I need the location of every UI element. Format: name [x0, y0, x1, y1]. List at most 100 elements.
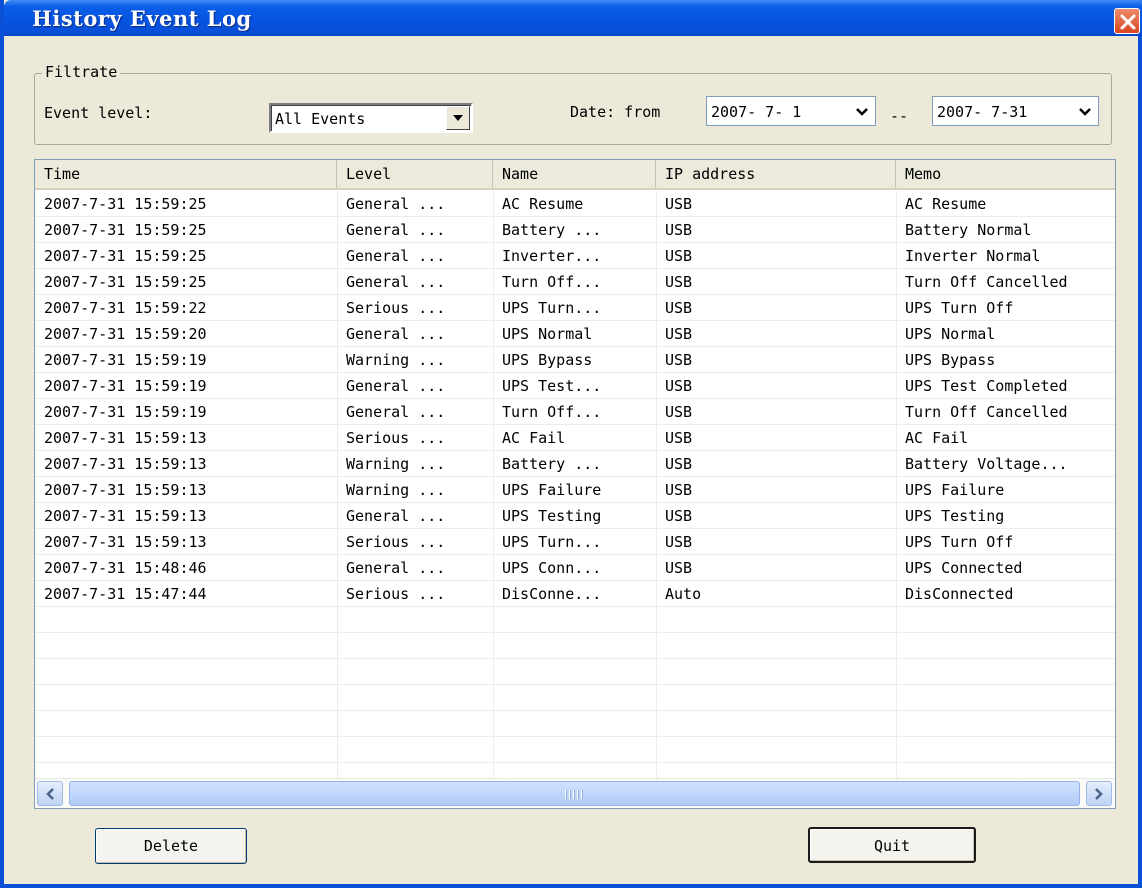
- scroll-right-button[interactable]: [1086, 781, 1112, 806]
- table-cell: UPS Bypass: [502, 351, 593, 369]
- table-cell: AC Fail: [502, 429, 566, 447]
- column-header-ip-address[interactable]: IP address: [656, 160, 896, 188]
- table-cell: UPS Turn...: [502, 299, 602, 317]
- chevron-down-icon: [453, 115, 463, 121]
- table-cell: UPS Normal: [502, 325, 593, 343]
- table-cell: 2007-7-31 15:59:20: [44, 325, 207, 343]
- table-row[interactable]: 2007-7-31 15:59:20 General ... UPS Normal U…: [35, 321, 1115, 347]
- column-header-level[interactable]: Level: [337, 160, 493, 188]
- table-row[interactable]: 2007-7-31 15:59:22 Serious ... UPS Turn...…: [35, 295, 1115, 321]
- table-cell: UPS Bypass: [905, 351, 996, 369]
- table-cell: Auto: [665, 585, 702, 603]
- table-cell: UPS Connected: [905, 559, 1023, 577]
- title-bar[interactable]: History Event Log: [4, 0, 1142, 36]
- table-cell: USB: [665, 221, 693, 239]
- table-cell: USB: [665, 403, 693, 421]
- empty-row: [35, 633, 1115, 659]
- table-cell: Battery Voltage...: [905, 455, 1068, 473]
- table-cell: USB: [665, 325, 693, 343]
- table-row[interactable]: 2007-7-31 15:59:19 General ... UPS Test...…: [35, 373, 1115, 399]
- table-cell: UPS Turn Off: [905, 533, 1014, 551]
- table-cell: General ...: [346, 507, 446, 525]
- table-cell: 2007-7-31 15:47:44: [44, 585, 207, 603]
- table-cell: 2007-7-31 15:59:19: [44, 351, 207, 369]
- list-rows: 2007-7-31 15:59:25 General ... AC Resume US…: [35, 191, 1115, 789]
- scroll-left-button[interactable]: [37, 781, 63, 806]
- table-cell: 2007-7-31 15:59:13: [44, 533, 207, 551]
- horizontal-scrollbar[interactable]: [35, 778, 1115, 808]
- table-cell: DisConne...: [502, 585, 602, 603]
- scrollbar-thumb[interactable]: [69, 781, 1080, 806]
- table-cell: USB: [665, 273, 693, 291]
- table-cell: USB: [665, 559, 693, 577]
- table-cell: UPS Normal: [905, 325, 996, 343]
- table-cell: General ...: [346, 559, 446, 577]
- table-cell: 2007-7-31 15:59:13: [44, 429, 207, 447]
- table-row[interactable]: 2007-7-31 15:59:13 Warning ... Battery ...…: [35, 451, 1115, 477]
- date-from-label: Date: from: [570, 103, 661, 121]
- table-cell: UPS Failure: [905, 481, 1005, 499]
- table-cell: Serious ...: [346, 533, 446, 551]
- empty-row: [35, 737, 1115, 763]
- table-cell: AC Resume: [502, 195, 584, 213]
- event-list[interactable]: Time Level Name IP address Memo 2007-7-3…: [34, 159, 1116, 809]
- table-cell: USB: [665, 377, 693, 395]
- chevron-down-icon: [1079, 108, 1091, 116]
- table-cell: Turn Off Cancelled: [905, 403, 1068, 421]
- delete-button[interactable]: Delete: [95, 828, 247, 864]
- table-cell: General ...: [346, 273, 446, 291]
- table-cell: USB: [665, 247, 693, 265]
- table-cell: General ...: [346, 377, 446, 395]
- event-level-dropdown-button[interactable]: [446, 106, 470, 130]
- empty-row: [35, 711, 1115, 737]
- date-separator: --: [890, 107, 909, 125]
- column-header-name[interactable]: Name: [493, 160, 656, 188]
- table-cell: General ...: [346, 195, 446, 213]
- event-level-label: Event level:: [44, 104, 153, 122]
- table-cell: UPS Testing: [502, 507, 602, 525]
- table-row[interactable]: 2007-7-31 15:48:46 General ... UPS Conn...…: [35, 555, 1115, 581]
- table-row[interactable]: 2007-7-31 15:59:13 Serious ... AC Fail USB A…: [35, 425, 1115, 451]
- table-cell: Warning ...: [346, 455, 446, 473]
- table-cell: General ...: [346, 403, 446, 421]
- close-button[interactable]: [1114, 8, 1140, 34]
- date-to-picker[interactable]: 2007- 7-31: [932, 96, 1099, 126]
- date-to-dropdown-button[interactable]: [1073, 100, 1097, 124]
- table-cell: Warning ...: [346, 481, 446, 499]
- table-row[interactable]: 2007-7-31 15:59:13 Warning ... UPS Failure…: [35, 477, 1115, 503]
- table-cell: USB: [665, 195, 693, 213]
- table-row[interactable]: 2007-7-31 15:59:25 General ... Inverter...…: [35, 243, 1115, 269]
- table-cell: 2007-7-31 15:48:46: [44, 559, 207, 577]
- table-cell: Battery ...: [502, 455, 602, 473]
- chevron-down-icon: [856, 108, 868, 116]
- event-level-select[interactable]: All Events: [269, 103, 473, 133]
- table-row[interactable]: 2007-7-31 15:47:44 Serious ... DisConne...…: [35, 581, 1115, 607]
- table-row[interactable]: 2007-7-31 15:59:25 General ... Battery ...…: [35, 217, 1115, 243]
- table-cell: 2007-7-31 15:59:25: [44, 247, 207, 265]
- table-cell: Turn Off Cancelled: [905, 273, 1068, 291]
- quit-button[interactable]: Quit: [808, 827, 976, 863]
- table-row[interactable]: 2007-7-31 15:59:13 Serious ... UPS Turn...…: [35, 529, 1115, 555]
- date-from-dropdown-button[interactable]: [850, 100, 874, 124]
- table-cell: 2007-7-31 15:59:19: [44, 403, 207, 421]
- table-cell: USB: [665, 455, 693, 473]
- table-row[interactable]: 2007-7-31 15:59:19 General ... Turn Off...…: [35, 399, 1115, 425]
- table-row[interactable]: 2007-7-31 15:59:25 General ... AC Resume US…: [35, 191, 1115, 217]
- table-row[interactable]: 2007-7-31 15:59:25 General ... Turn Off...…: [35, 269, 1115, 295]
- table-cell: 2007-7-31 15:59:13: [44, 507, 207, 525]
- table-cell: Turn Off...: [502, 403, 602, 421]
- event-level-value: All Events: [275, 110, 366, 128]
- table-cell: UPS Test Completed: [905, 377, 1068, 395]
- column-header-memo[interactable]: Memo: [896, 160, 1115, 188]
- table-row[interactable]: 2007-7-31 15:59:19 Warning ... UPS Bypass U…: [35, 347, 1115, 373]
- table-cell: 2007-7-31 15:59:13: [44, 455, 207, 473]
- chevron-left-icon: [46, 788, 54, 800]
- table-cell: Battery ...: [502, 221, 602, 239]
- table-cell: Inverter Normal: [905, 247, 1041, 265]
- table-cell: 2007-7-31 15:59:25: [44, 195, 207, 213]
- date-from-picker[interactable]: 2007- 7- 1: [706, 96, 876, 126]
- table-row[interactable]: 2007-7-31 15:59:13 General ... UPS Testing…: [35, 503, 1115, 529]
- column-header-time[interactable]: Time: [35, 160, 337, 188]
- empty-row: [35, 659, 1115, 685]
- table-cell: General ...: [346, 325, 446, 343]
